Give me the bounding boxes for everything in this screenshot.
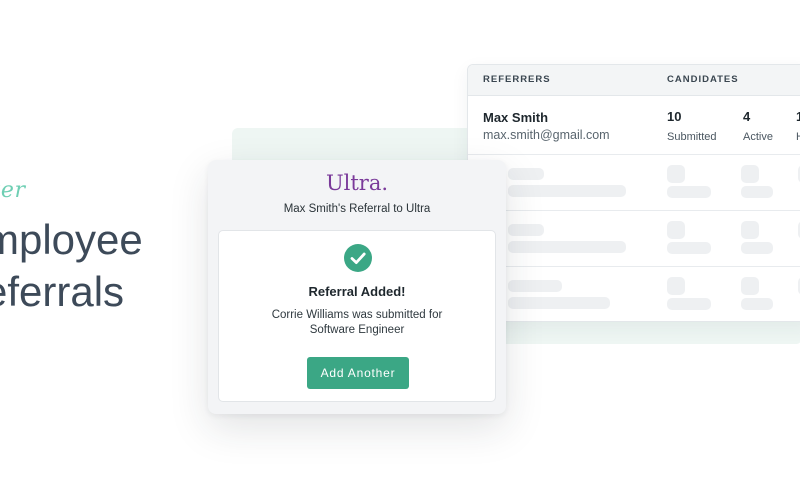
hired-label: H	[796, 131, 800, 143]
active-count: 4	[743, 109, 751, 124]
confirmation-panel: Referral Added! Corrie Williams was subm…	[218, 230, 496, 402]
brand-logo: Ultra.	[325, 171, 389, 195]
column-header-candidates[interactable]: CANDIDATES	[667, 74, 739, 85]
confirmation-message-line-1: Corrie Williams was submitted for	[271, 309, 443, 321]
hero-tagline: ver	[0, 178, 26, 203]
placeholder-row	[468, 211, 800, 267]
table-row[interactable]: Max Smith max.smith@gmail.com 10 Submitt…	[468, 96, 800, 155]
confirmation-message-line-2: Software Engineer	[309, 324, 405, 336]
table-header: REFERRERS CANDIDATES	[468, 65, 800, 96]
confirmation-message: Corrie Williams was submitted for Softwa…	[249, 308, 465, 338]
referral-modal: Ultra. Max Smith's Referral to Ultra Ref…	[208, 160, 506, 414]
placeholder-row	[468, 155, 800, 211]
hero-title-line-1: mployee	[0, 216, 143, 263]
referrer-email: max.smith@gmail.com	[483, 128, 610, 142]
submitted-label: Submitted	[667, 131, 717, 143]
referrer-name: Max Smith	[483, 110, 549, 125]
confirmation-title: Referral Added!	[308, 284, 406, 299]
hired-count: 1	[796, 109, 800, 124]
submitted-count: 10	[667, 109, 682, 124]
check-circle-icon	[344, 244, 372, 272]
placeholder-row	[468, 267, 800, 321]
add-another-button[interactable]: Add Another	[307, 357, 409, 389]
hero-title-line-2: eferrals	[0, 268, 125, 315]
column-header-referrers[interactable]: REFERRERS	[483, 74, 551, 85]
modal-subtitle: Max Smith's Referral to Ultra	[283, 203, 431, 215]
referrers-table: REFERRERS CANDIDATES Max Smith max.smith…	[467, 64, 800, 322]
active-label: Active	[743, 131, 773, 143]
